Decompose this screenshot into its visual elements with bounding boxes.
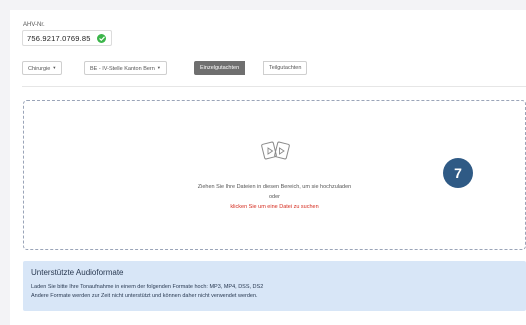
info-line-unsupported: Andere Formate werden zur Zeit nicht unt…: [31, 293, 258, 299]
toggle-einzelgutachten[interactable]: Einzelgutachten: [194, 61, 246, 75]
info-title: Unterstützte Audioformate: [31, 268, 124, 277]
toggle-teilgutachten-label: Teilgutachten: [269, 65, 302, 71]
ahv-field[interactable]: 756.9217.0769.85: [22, 30, 112, 46]
specialty-dropdown[interactable]: Chirurgie ▼: [22, 61, 63, 75]
office-label: BE - IV-Stelle Kanton Bern: [90, 66, 155, 72]
ahv-value: 756.9217.0769.85: [27, 34, 91, 43]
check-circle-icon: [97, 34, 106, 43]
supported-formats-info: Unterstützte Audioformate Laden Sie bitt…: [23, 261, 526, 311]
drop-or-text: oder: [268, 194, 280, 200]
browse-files-link[interactable]: klicken Sie um eine Datei zu suchen: [230, 204, 318, 210]
divider: [22, 86, 526, 87]
toggle-einzelgutachten-label: Einzelgutachten: [200, 65, 240, 71]
specialty-label: Chirurgie: [28, 66, 51, 72]
ahv-label: AHV-Nr.: [23, 22, 45, 28]
step-badge: 7: [443, 158, 473, 188]
caret-down-icon: ▼: [156, 65, 161, 70]
office-dropdown[interactable]: BE - IV-Stelle Kanton Bern ▼: [84, 61, 167, 75]
audio-files-icon: [260, 138, 292, 167]
drop-link-row: klicken Sie um eine Datei zu suchen: [24, 204, 525, 210]
toggle-teilgutachten[interactable]: Teilgutachten: [263, 61, 308, 75]
file-dropzone[interactable]: Ziehen Sie Ihre Dateien in diesen Bereic…: [23, 100, 526, 250]
info-line-formats: Laden Sie bitte Ihre Tonaufnahme in eine…: [31, 284, 264, 290]
caret-down-icon: ▼: [52, 65, 57, 70]
upload-card: AHV-Nr. 756.9217.0769.85 Chirurgie ▼ BE -…: [10, 10, 526, 325]
